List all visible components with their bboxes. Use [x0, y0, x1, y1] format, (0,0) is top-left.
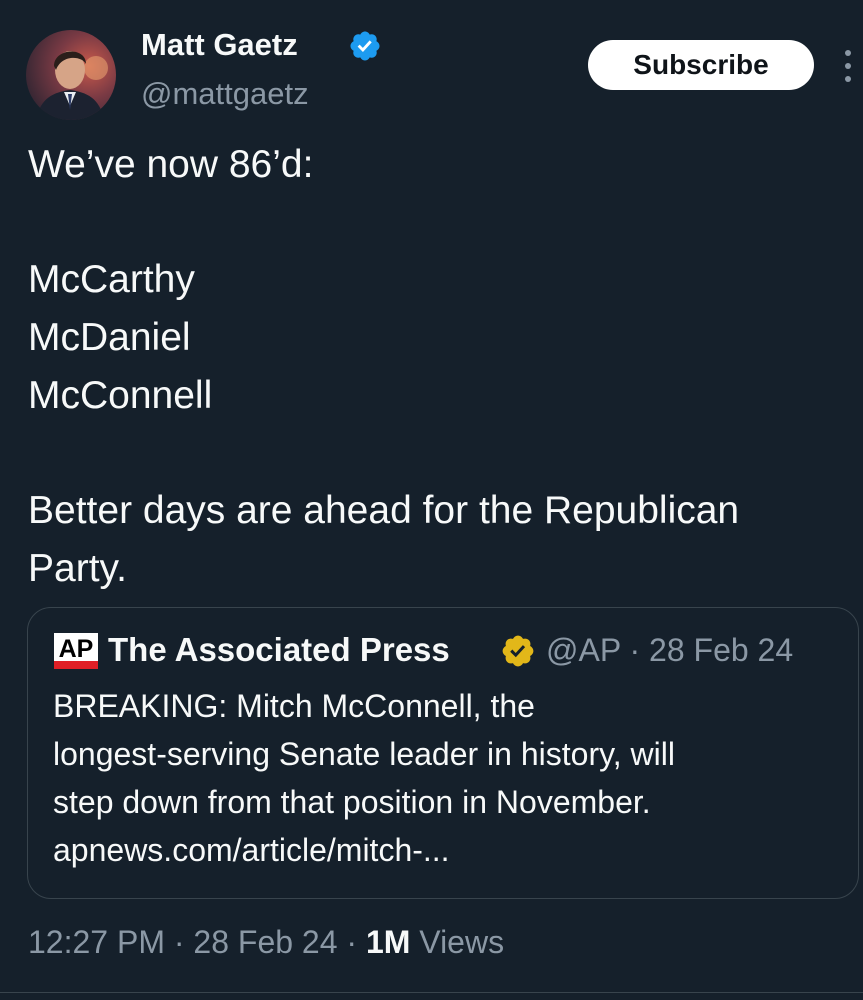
- tweet-text-line: McConnell: [28, 374, 213, 417]
- quoted-author-name: The Associated Press: [108, 631, 450, 668]
- quoted-handle: @AP: [546, 632, 621, 668]
- tweet-text-line: Better days are ahead for the Republican: [28, 489, 740, 532]
- footer-separator: ·: [173, 924, 185, 960]
- quoted-link[interactable]: apnews.com/article/mitch-...: [53, 826, 450, 874]
- author-handle[interactable]: @mattgaetz: [141, 74, 309, 114]
- quoted-text-line: longest-serving Senate leader in history…: [53, 736, 675, 772]
- quoted-text-line: BREAKING: Mitch McConnell, the: [53, 688, 535, 724]
- divider: [0, 992, 863, 993]
- tweet-footer: 12:27 PM · 28 Feb 24 · 1M Views: [28, 920, 504, 964]
- tweet-text-line: We’ve now 86’d:: [28, 143, 314, 186]
- avatar[interactable]: [26, 30, 116, 120]
- more-options-icon[interactable]: [838, 44, 858, 88]
- tweet-text-line: McCarthy: [28, 258, 195, 301]
- footer-separator: ·: [346, 924, 358, 960]
- tweet-text-line: Party.: [28, 547, 127, 590]
- tweet-time[interactable]: 12:27 PM: [28, 924, 165, 960]
- subscribe-button[interactable]: Subscribe: [588, 40, 814, 90]
- quoted-tweet[interactable]: AP The Associated Press @AP · 28 Feb 24 …: [27, 607, 859, 899]
- avatar-image: [26, 30, 116, 120]
- tweet-text-line: McDaniel: [28, 316, 191, 359]
- author-name[interactable]: Matt Gaetz: [141, 25, 298, 65]
- tweet: Matt Gaetz @mattgaetz Subscribe We’ve no…: [0, 0, 863, 1000]
- tweet-date[interactable]: 28 Feb 24: [193, 924, 337, 960]
- verified-badge-icon: [350, 31, 380, 61]
- quoted-text-line: step down from that position in November…: [53, 784, 651, 820]
- quoted-meta: @AP · 28 Feb 24: [546, 628, 793, 672]
- gold-verified-badge-icon: [502, 635, 534, 667]
- views-label: Views: [419, 924, 505, 960]
- views-count[interactable]: 1M: [366, 924, 410, 960]
- quoted-separator: ·: [629, 632, 641, 668]
- ap-logo-text: AP: [59, 635, 94, 663]
- quoted-date: 28 Feb 24: [649, 632, 794, 668]
- ap-logo-icon: AP: [54, 633, 98, 669]
